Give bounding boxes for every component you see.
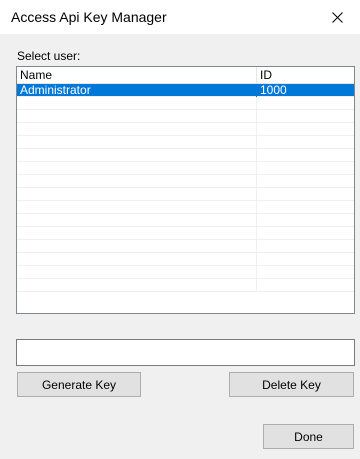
window-title: Access Api Key Manager — [11, 9, 167, 25]
column-header-name[interactable]: Name — [17, 67, 257, 84]
empty-cell — [257, 110, 354, 123]
empty-cell — [17, 123, 257, 136]
user-id-cell: 1000 — [260, 83, 287, 97]
empty-cell — [257, 214, 354, 227]
empty-cell — [17, 162, 257, 175]
select-user-label: Select user: — [17, 49, 81, 63]
empty-list-row — [17, 136, 354, 149]
empty-list-row — [17, 253, 354, 266]
api-key-field[interactable] — [16, 339, 355, 366]
empty-cell — [17, 253, 257, 266]
empty-cell — [17, 240, 257, 253]
list-item[interactable]: Administrator 1000 — [17, 84, 354, 97]
empty-cell — [257, 175, 354, 188]
empty-list-row — [17, 214, 354, 227]
empty-cell — [17, 266, 257, 279]
empty-cell — [257, 97, 354, 110]
empty-list-row — [17, 188, 354, 201]
list-rows: Administrator 1000 — [17, 84, 354, 292]
empty-cell — [17, 214, 257, 227]
column-header-id[interactable]: ID — [257, 67, 354, 84]
empty-cell — [17, 227, 257, 240]
empty-list-row — [17, 162, 354, 175]
empty-cell — [17, 149, 257, 162]
empty-list-row — [17, 201, 354, 214]
list-header: Name ID — [17, 67, 354, 84]
empty-list-row — [17, 149, 354, 162]
empty-cell — [17, 97, 257, 110]
empty-cell — [17, 188, 257, 201]
empty-cell — [257, 136, 354, 149]
user-list[interactable]: Name ID Administrator 1000 — [16, 66, 355, 314]
empty-cell — [257, 201, 354, 214]
empty-cell — [257, 266, 354, 279]
empty-cell — [257, 162, 354, 175]
empty-list-row — [17, 279, 354, 292]
empty-cell — [257, 123, 354, 136]
empty-cell — [257, 227, 354, 240]
user-name-cell: Administrator — [17, 84, 257, 97]
empty-cell — [257, 279, 354, 292]
empty-list-row — [17, 110, 354, 123]
delete-key-button[interactable]: Delete Key — [229, 372, 354, 397]
empty-cell — [17, 175, 257, 188]
close-button[interactable] — [314, 0, 360, 34]
done-button[interactable]: Done — [263, 424, 354, 449]
empty-cell — [257, 253, 354, 266]
empty-list-row — [17, 97, 354, 110]
generate-key-button[interactable]: Generate Key — [17, 372, 141, 397]
title-bar: Access Api Key Manager — [0, 0, 360, 34]
empty-list-row — [17, 175, 354, 188]
empty-cell — [17, 110, 257, 123]
empty-list-row — [17, 240, 354, 253]
empty-list-row — [17, 266, 354, 279]
empty-list-row — [17, 227, 354, 240]
close-icon — [331, 11, 343, 23]
empty-cell — [17, 279, 257, 292]
empty-list-row — [17, 123, 354, 136]
empty-cell — [257, 240, 354, 253]
empty-cell — [257, 149, 354, 162]
empty-cell — [17, 136, 257, 149]
empty-cell — [17, 201, 257, 214]
empty-cell — [257, 188, 354, 201]
api-key-manager-dialog: Access Api Key Manager Select user: Name… — [0, 0, 360, 459]
